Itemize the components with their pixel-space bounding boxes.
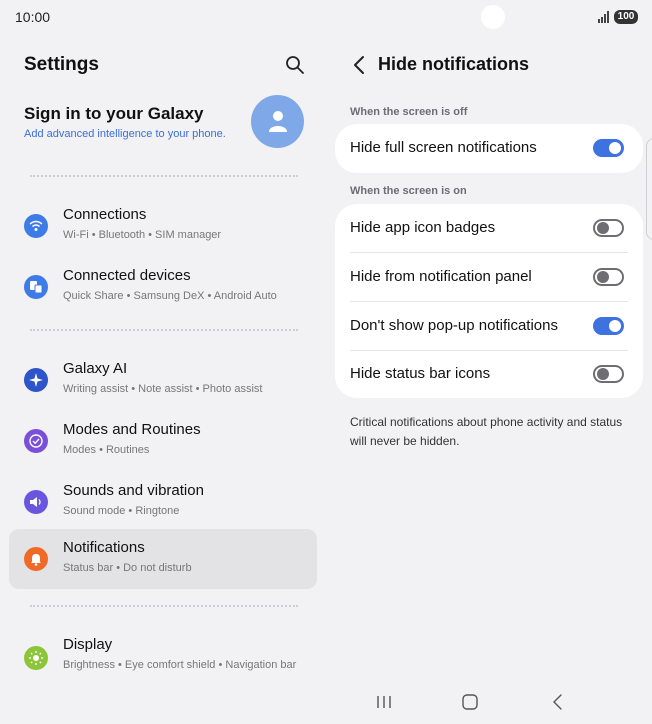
row-label: Hide app icon badges	[350, 219, 496, 236]
account-subtitle: Add advanced intelligence to your phone.	[24, 128, 226, 140]
page-title: Settings	[24, 54, 99, 75]
recents-icon	[377, 696, 391, 708]
home-button[interactable]	[458, 690, 482, 714]
toggle-row-app-icon-badges[interactable]: Hide app icon badges	[335, 204, 643, 253]
divider	[30, 329, 298, 331]
sparkle-icon	[24, 368, 48, 392]
signal-icon	[598, 11, 612, 23]
menu-item-title: Notifications	[63, 539, 145, 556]
sidebar-item-display[interactable]: Display Brightness • Eye comfort shield …	[9, 626, 317, 690]
section-header-screen-off: When the screen is off	[350, 106, 468, 118]
sidebar-item-galaxy-ai[interactable]: Galaxy AI Writing assist • Note assist •…	[9, 350, 317, 410]
search-icon	[286, 56, 304, 74]
status-bar: 10:00 100	[0, 0, 652, 34]
menu-item-subtitle: Modes • Routines	[63, 444, 150, 456]
toggle-row-notification-panel[interactable]: Hide from notification panel	[335, 253, 643, 302]
menu-item-title: Modes and Routines	[63, 421, 201, 438]
menu-item-title: Galaxy AI	[63, 360, 128, 377]
wifi-icon	[24, 214, 48, 238]
bell-icon	[24, 547, 48, 571]
footnote-text: Critical notifications about phone activ…	[350, 415, 623, 448]
sidebar-item-connected-devices[interactable]: Connected devices Quick Share • Samsung …	[9, 257, 317, 317]
menu-item-subtitle: Status bar • Do not disturb	[63, 562, 192, 574]
settings-list-pane: Settings Sign in to your Galaxy Add adva…	[0, 34, 326, 724]
nav-back-button[interactable]	[546, 690, 570, 714]
sidebar-item-notifications[interactable]: Notifications Status bar • Do not distur…	[9, 529, 317, 589]
toggle-row-popup-notifications[interactable]: Don't show pop-up notifications	[335, 302, 643, 351]
menu-item-title: Connected devices	[63, 267, 191, 284]
toggle-switch[interactable]	[593, 268, 624, 286]
row-label: Hide status bar icons	[350, 365, 491, 382]
sidebar-item-modes-routines[interactable]: Modes and Routines Modes • Routines	[9, 411, 317, 471]
row-label: Don't show pop-up notifications	[350, 317, 558, 334]
menu-item-subtitle: Writing assist • Note assist • Photo ass…	[63, 383, 263, 395]
menu-item-title: Display	[63, 636, 113, 653]
menu-item-subtitle: Brightness • Eye comfort shield • Naviga…	[63, 659, 297, 671]
menu-item-subtitle: Quick Share • Samsung DeX • Android Auto	[63, 290, 277, 302]
row-label: Hide full screen notifications	[350, 139, 537, 156]
battery-badge: 100	[614, 10, 638, 24]
avatar[interactable]	[251, 95, 304, 148]
edge-panel-handle[interactable]	[646, 138, 652, 240]
toggle-switch[interactable]	[593, 219, 624, 237]
sun-icon	[24, 646, 48, 670]
divider	[30, 605, 298, 607]
search-button[interactable]	[284, 54, 306, 76]
row-label: Hide from notification panel	[350, 268, 532, 285]
menu-item-subtitle: Sound mode • Ringtone	[63, 505, 180, 517]
chevron-left-icon	[354, 56, 364, 74]
recents-button[interactable]	[372, 690, 396, 714]
back-button[interactable]	[350, 54, 370, 76]
toggle-switch[interactable]	[593, 317, 624, 335]
detail-title: Hide notifications	[378, 54, 530, 74]
card-screen-off: Hide full screen notifications	[335, 124, 643, 173]
divider	[30, 175, 298, 177]
section-header-screen-on: When the screen is on	[350, 185, 467, 197]
sidebar-item-sounds-vibration[interactable]: Sounds and vibration Sound mode • Ringto…	[9, 472, 317, 532]
navigation-bar	[326, 680, 652, 724]
check-circle-icon	[24, 429, 48, 453]
home-icon	[462, 694, 478, 710]
hide-notifications-pane: Hide notifications When the screen is of…	[326, 34, 652, 724]
camera-cutout	[481, 5, 505, 29]
menu-item-title: Connections	[63, 206, 147, 223]
account-title: Sign in to your Galaxy	[24, 104, 204, 123]
person-icon	[269, 111, 287, 132]
menu-item-title: Sounds and vibration	[63, 482, 204, 499]
status-time: 10:00	[15, 9, 51, 25]
sidebar-item-connections[interactable]: Connections Wi-Fi • Bluetooth • SIM mana…	[9, 196, 317, 256]
speaker-icon	[24, 490, 48, 514]
toggle-row-status-bar-icons[interactable]: Hide status bar icons	[335, 350, 643, 399]
toggle-switch[interactable]	[593, 139, 624, 157]
back-icon	[553, 694, 562, 710]
card-screen-on: Hide app icon badges Hide from notificat…	[335, 204, 643, 398]
devices-icon	[24, 275, 48, 299]
toggle-row-hide-full-screen[interactable]: Hide full screen notifications	[335, 124, 643, 173]
menu-item-subtitle: Wi-Fi • Bluetooth • SIM manager	[63, 229, 222, 241]
toggle-switch[interactable]	[593, 365, 624, 383]
